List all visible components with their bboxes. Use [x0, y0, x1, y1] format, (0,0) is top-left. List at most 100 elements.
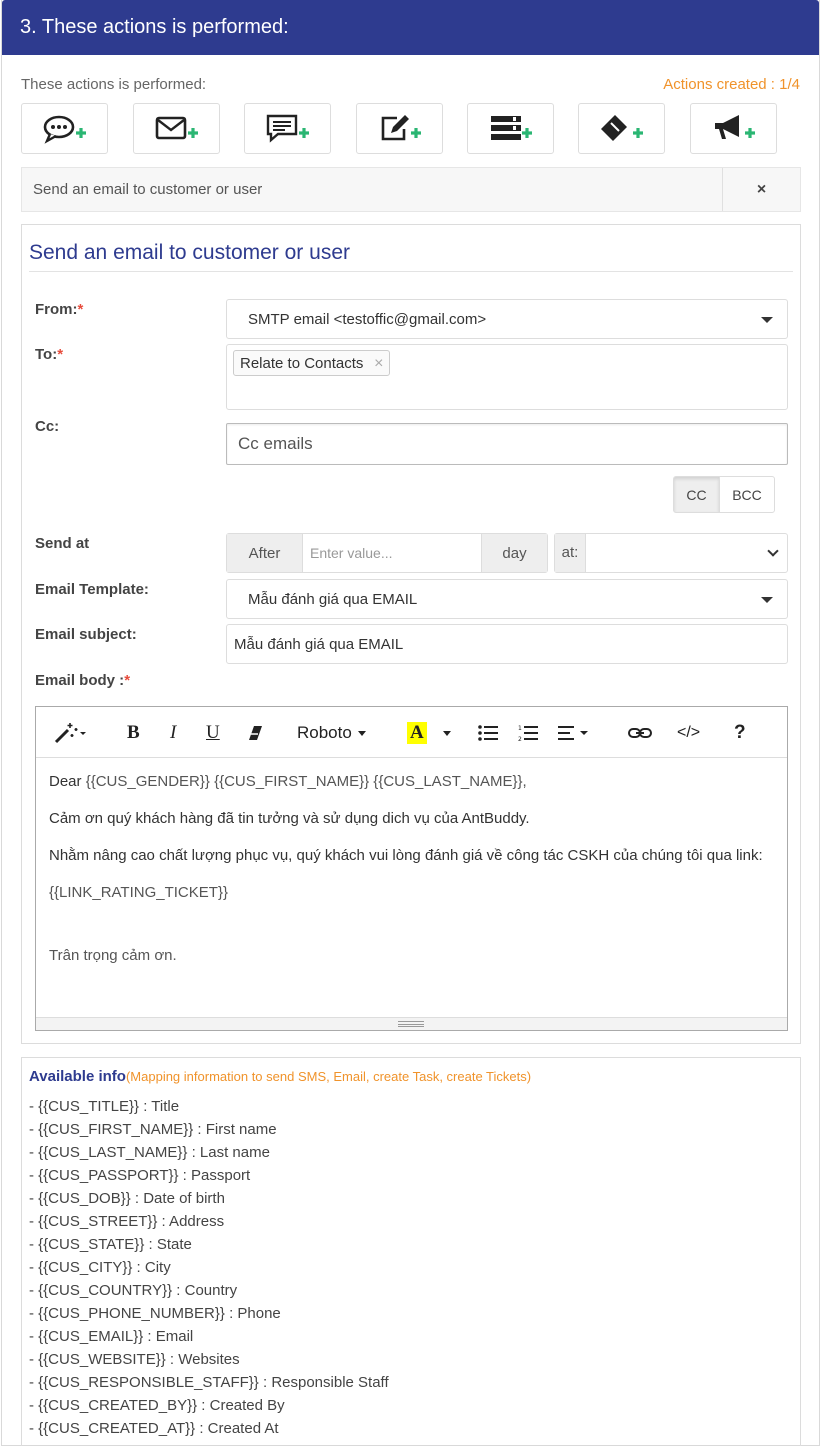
chevron-down-icon	[767, 545, 779, 557]
italic-button[interactable]: I	[170, 719, 176, 747]
grip-icon	[398, 1021, 424, 1027]
greeting-line: Dear {{CUS_GENDER}} {{CUS_FIRST_NAME}} {…	[49, 773, 527, 790]
code-view-button[interactable]: </>	[677, 719, 700, 747]
highlight-color-button[interactable]: A	[407, 719, 427, 747]
ticket-add-icon	[600, 114, 643, 141]
list-item: - {{CUS_CITY}} : City	[29, 1259, 171, 1276]
subject-input[interactable]: Mẫu đánh giá qua EMAIL	[226, 624, 788, 664]
bcc-toggle-button[interactable]: BCC	[719, 476, 775, 513]
add-sms-action-button[interactable]	[244, 103, 331, 154]
add-campaign-action-button[interactable]	[690, 103, 777, 154]
megaphone-add-icon	[714, 114, 755, 139]
ordered-list-button[interactable]: 1 2	[518, 719, 538, 747]
subject-label: Email subject:	[35, 626, 137, 643]
available-info-list: - {{CUS_TITLE}} : Title - {{CUS_FIRST_NA…	[29, 1095, 389, 1440]
closing-line: Trân trọng cảm ơn.	[49, 947, 177, 964]
help-button[interactable]: ?	[734, 719, 746, 747]
magic-wand-icon	[54, 723, 86, 744]
send-at-group: After Enter value... day	[226, 533, 548, 573]
add-chat-action-button[interactable]	[21, 103, 108, 154]
unit-addon: day	[481, 534, 547, 572]
email-action-form: Send an email to customer or user From:*…	[21, 224, 801, 1044]
rating-link-placeholder: {{LINK_RATING_TICKET}}	[49, 884, 228, 901]
remove-action-button[interactable]: ×	[722, 168, 800, 211]
add-email-action-button[interactable]	[133, 103, 220, 154]
cc-email-input[interactable]: Cc emails	[226, 423, 788, 465]
after-addon: After	[227, 534, 303, 572]
list-item: - {{CUS_PASSPORT}} : Passport	[29, 1167, 251, 1184]
email-body-editor: B I U Roboto A 1 2 </> ? Dear {{CUS_GEND…	[35, 706, 788, 1031]
from-label: From:*	[35, 301, 84, 318]
available-info-title: Available info(Mapping information to se…	[29, 1068, 532, 1085]
editor-resize-handle[interactable]	[36, 1017, 787, 1030]
numbered-list-icon: 1 2	[518, 725, 538, 742]
list-item: - {{CUS_LAST_NAME}} : Last name	[29, 1144, 270, 1161]
text-color-icon: A	[407, 722, 427, 744]
list-item: - {{CUS_STATE}} : State	[29, 1236, 192, 1253]
align-left-icon	[558, 726, 588, 740]
caret-down-icon	[443, 730, 451, 736]
editor-toolbar: B I U Roboto A 1 2 </> ?	[36, 707, 787, 758]
eraser-icon	[249, 726, 262, 740]
paragraph-align-dropdown[interactable]	[558, 719, 588, 747]
unordered-list-button[interactable]	[478, 719, 498, 747]
list-item: - {{CUS_COUNTRY}} : Country	[29, 1282, 238, 1299]
list-item: - {{CUS_STREET}} : Address	[29, 1213, 225, 1230]
bullet-list-icon	[478, 725, 498, 741]
caret-down-icon	[761, 597, 773, 603]
cc-placeholder: Cc emails	[238, 434, 313, 453]
clear-format-button[interactable]	[246, 719, 264, 747]
to-tag: Relate to Contacts ×	[233, 350, 391, 376]
add-note-action-button[interactable]	[356, 103, 443, 154]
delay-value-input[interactable]: Enter value...	[303, 534, 481, 572]
list-item: - {{CUS_WEBSITE}} : Websites	[29, 1351, 240, 1368]
actions-count: Actions created : 1/4	[663, 76, 800, 93]
actions-row-header: These actions is performed: Actions crea…	[21, 76, 800, 96]
list-item: - {{CUS_CREATED_BY}} : Created By	[29, 1397, 285, 1414]
body-line-1: Cảm ơn quý khách hàng đã tin tưởng và sử…	[49, 810, 530, 827]
add-task-action-button[interactable]	[467, 103, 554, 154]
send-time-select[interactable]: at:	[554, 533, 788, 573]
list-item: - {{CUS_FIRST_NAME}} : First name	[29, 1121, 277, 1138]
magic-style-button[interactable]	[52, 719, 88, 747]
section-header: 3. These actions is performed:	[2, 0, 819, 55]
template-value: Mẫu đánh giá qua EMAIL	[248, 591, 418, 608]
to-label: To:*	[35, 346, 64, 363]
list-item: - {{CUS_RESPONSIBLE_STAFF}} : Responsibl…	[29, 1374, 389, 1391]
message-add-icon	[266, 114, 309, 143]
body-label: Email body :*	[35, 672, 131, 689]
list-item: - {{CUS_DOB}} : Date of birth	[29, 1190, 225, 1207]
automation-actions-panel: 3. These actions is performed: These act…	[1, 0, 820, 1446]
bold-button[interactable]: B	[127, 719, 140, 747]
subject-value: Mẫu đánh giá qua EMAIL	[234, 636, 404, 653]
insert-link-button[interactable]	[628, 719, 652, 747]
list-item: - {{CUS_TITLE}} : Title	[29, 1098, 180, 1115]
envelope-add-icon	[155, 116, 198, 139]
color-dropdown-button[interactable]	[443, 719, 451, 747]
send-at-label: Send at	[35, 535, 90, 552]
from-select[interactable]: SMTP email <testoffic@gmail.com>	[226, 299, 788, 339]
form-divider	[29, 271, 793, 272]
actions-label: These actions is performed:	[21, 76, 207, 93]
close-icon: ×	[756, 180, 767, 198]
caret-down-icon	[357, 730, 366, 736]
cc-toggle-button[interactable]: CC	[673, 476, 720, 513]
current-action-bar[interactable]: Send an email to customer or user ×	[21, 167, 801, 212]
chat-add-icon	[43, 115, 86, 144]
editor-content[interactable]: Dear {{CUS_GENDER}} {{CUS_FIRST_NAME}} {…	[49, 769, 775, 980]
to-multiselect[interactable]: Relate to Contacts ×	[226, 344, 788, 410]
tag-remove-icon[interactable]: ×	[374, 351, 383, 376]
template-select[interactable]: Mẫu đánh giá qua EMAIL	[226, 579, 788, 619]
tasks-add-icon	[490, 115, 532, 140]
underline-button[interactable]: U	[206, 719, 220, 747]
list-item: - {{CUS_PHONE_NUMBER}} : Phone	[29, 1305, 281, 1322]
current-action-label: Send an email to customer or user	[33, 181, 263, 198]
template-label: Email Template:	[35, 581, 149, 598]
available-info-note: (Mapping information to send SMS, Email,…	[125, 1069, 532, 1084]
add-ticket-action-button[interactable]	[578, 103, 665, 154]
link-icon	[628, 728, 652, 738]
edit-add-icon	[381, 114, 421, 140]
font-family-dropdown[interactable]: Roboto	[297, 719, 366, 747]
form-title: Send an email to customer or user	[29, 241, 350, 264]
body-line-2: Nhằm nâng cao chất lượng phục vụ, quý kh…	[49, 847, 763, 864]
